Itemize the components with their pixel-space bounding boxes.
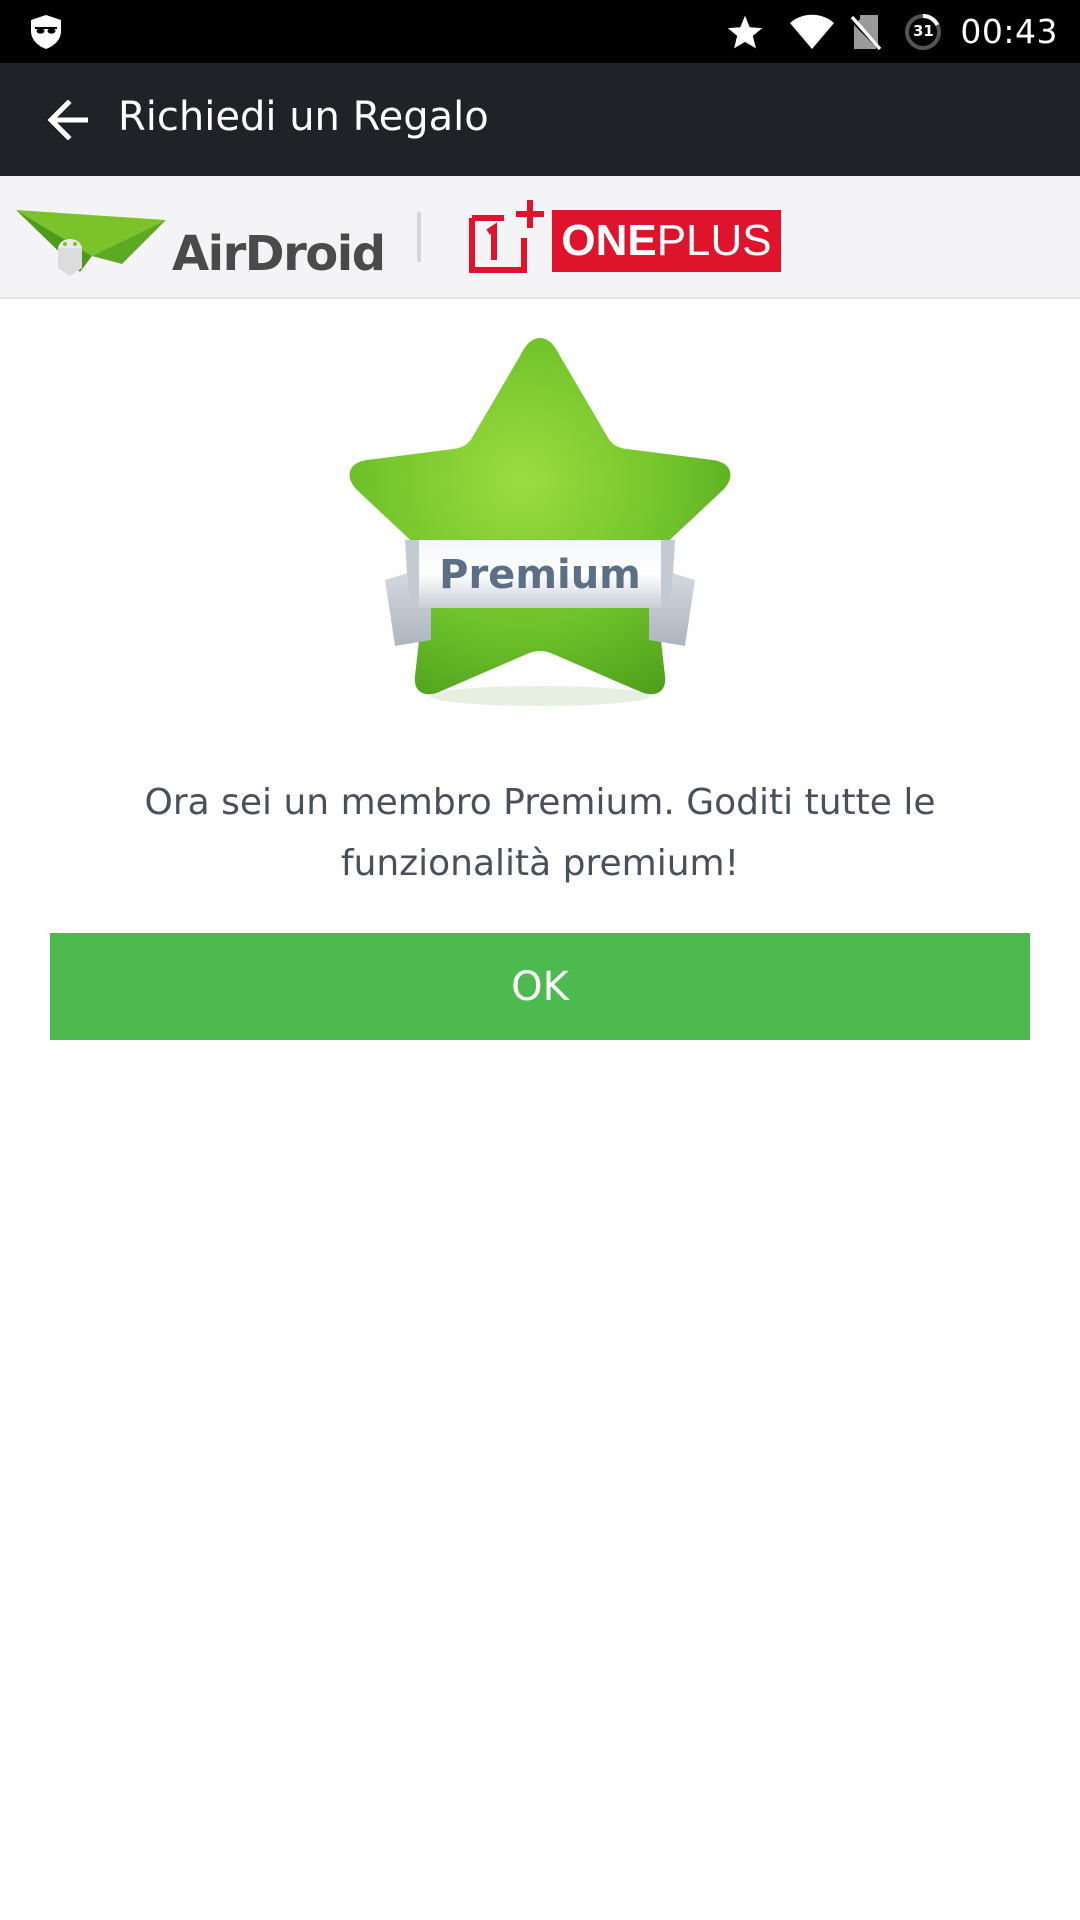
status-left: [28, 13, 64, 51]
airdroid-wordmark: AirDroid: [172, 226, 386, 282]
status-clock: 00:43: [960, 12, 1058, 51]
airdroid-logo: AirDroid: [14, 194, 386, 284]
oneplus-wordmark-one: ONE: [561, 216, 657, 265]
star-icon: [728, 15, 763, 48]
wifi-icon: [790, 14, 835, 49]
no-sim-icon: [851, 14, 882, 50]
page-title: Richiedi un Regalo: [118, 94, 489, 140]
status-bar: 31 00:43: [0, 0, 1080, 63]
paper-plane-icon: [16, 210, 166, 276]
oneplus-wordmark: ONEPLUS: [552, 210, 781, 272]
shield-mask-icon: [31, 15, 61, 49]
success-message: Ora sei un membro Premium. Goditi tutte …: [144, 782, 936, 884]
battery-icon: 31: [904, 13, 942, 51]
back-button[interactable]: [40, 97, 96, 143]
arrow-back-icon: [47, 100, 88, 140]
partner-banner: AirDroid ONEPLUS: [0, 176, 1080, 299]
premium-badge: Premium: [335, 318, 745, 718]
oneplus-wordmark-plus: PLUS: [656, 216, 772, 265]
oneplus-logo-mark: [468, 198, 546, 274]
app-bar: Richiedi un Regalo: [0, 63, 1080, 176]
ok-button[interactable]: OK: [50, 933, 1030, 1040]
banner-divider: [417, 212, 421, 262]
battery-level: 31: [912, 21, 934, 40]
status-icons: 31 00:43: [726, 0, 1080, 63]
premium-label: Premium: [439, 552, 641, 598]
premium-star-icon: Premium: [349, 338, 731, 706]
